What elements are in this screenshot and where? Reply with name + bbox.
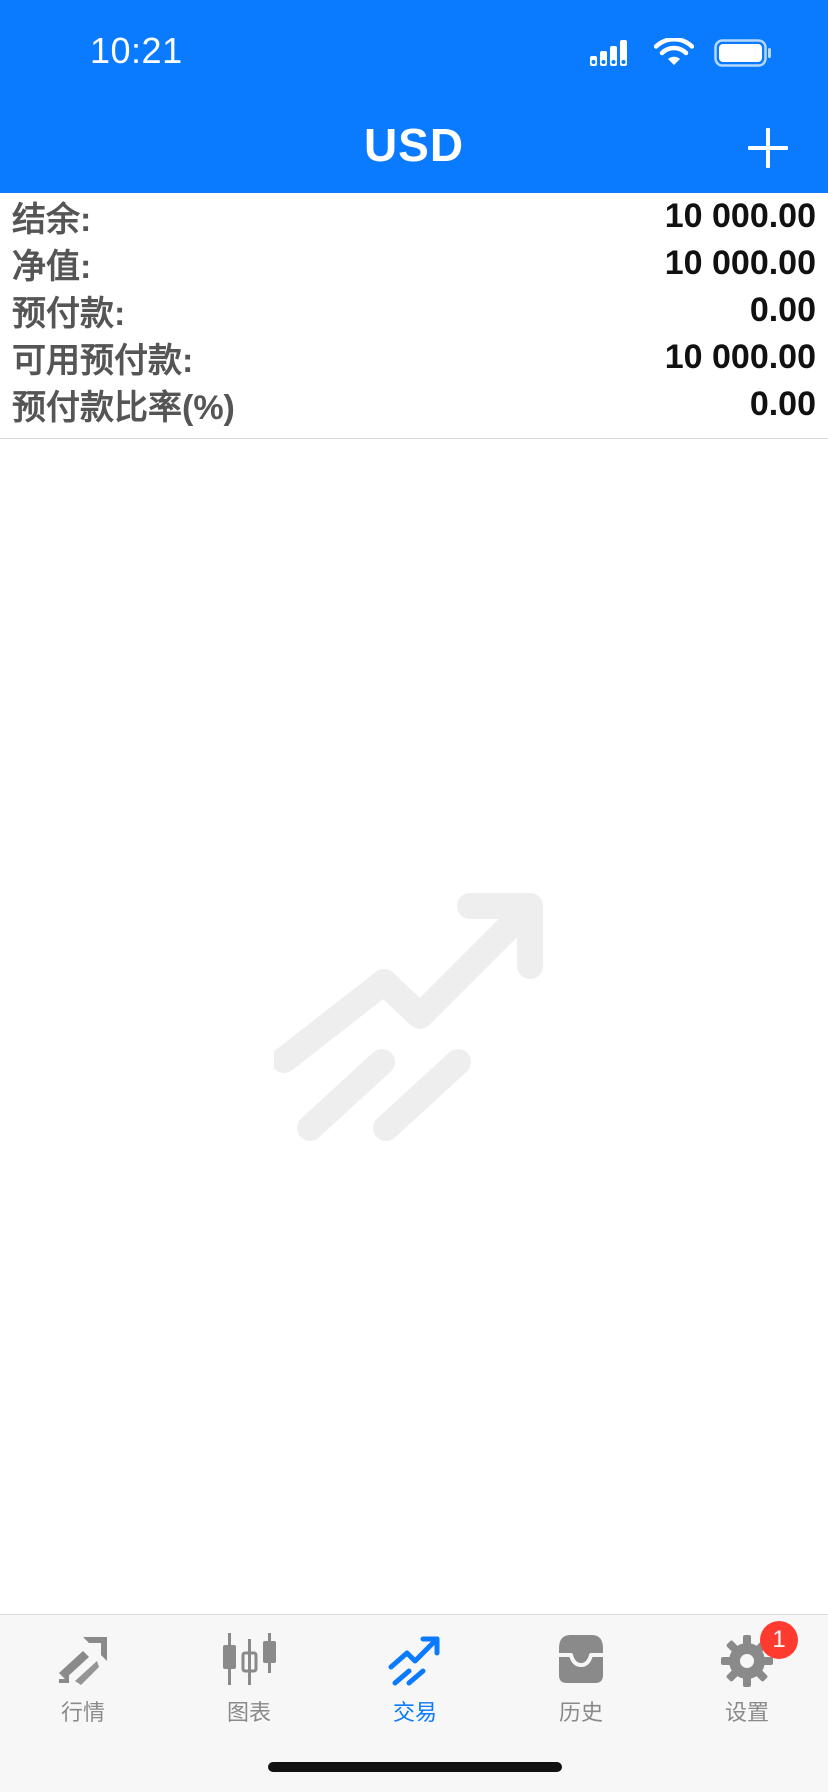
trade-icon [388, 1636, 440, 1686]
tab-trade[interactable]: 交易 [332, 1629, 498, 1727]
history-inbox-icon [559, 1635, 603, 1683]
margin-value: 0.00 [749, 291, 816, 329]
balance-value: 10 000.00 [664, 197, 816, 235]
battery-icon [714, 39, 771, 67]
equity-value: 10 000.00 [664, 244, 816, 282]
tab-quotes[interactable]: 行情 [0, 1629, 166, 1727]
equity-label: 净值: [12, 248, 92, 286]
tab-quotes-label: 行情 [60, 1701, 105, 1726]
tab-history[interactable]: 历史 [498, 1629, 664, 1727]
margin-level-label: 预付款比率(%) [12, 389, 235, 427]
summary-row-equity: 净值: 10 000.00 [0, 240, 828, 287]
quotes-icon [59, 1637, 107, 1685]
margin-level-value: 0.00 [749, 385, 816, 423]
header-bar: 10:21 USD [0, 0, 828, 193]
home-indicator[interactable] [268, 1762, 562, 1772]
tab-history-label: 历史 [558, 1701, 603, 1726]
chart-candles-icon [223, 1633, 276, 1685]
summary-row-margin-level: 预付款比率(%) 0.00 [0, 381, 828, 428]
account-summary: 结余: 10 000.00 净值: 10 000.00 预付款: 0.00 可用… [0, 193, 828, 439]
trade-screen: 10:21 USD 结余: 10 000.00 净值: 10 000.00 预付… [0, 0, 828, 1792]
free-margin-value: 10 000.00 [664, 338, 816, 376]
tab-settings[interactable]: 1 设置 [664, 1621, 828, 1727]
wifi-icon [654, 38, 694, 65]
balance-label: 结余: [12, 201, 92, 239]
margin-label: 预付款: [12, 295, 126, 333]
summary-row-margin: 预付款: 0.00 [0, 287, 828, 334]
add-button[interactable] [746, 126, 790, 170]
cellular-signal-icon [590, 40, 627, 66]
tab-charts[interactable]: 图表 [166, 1629, 332, 1727]
tab-trade-label: 交易 [392, 1701, 437, 1726]
status-icons [590, 38, 772, 68]
page-title: USD [363, 119, 465, 171]
summary-row-balance: 结余: 10 000.00 [0, 193, 828, 240]
empty-trade-icon [274, 893, 543, 1141]
tab-settings-label: 设置 [724, 1701, 769, 1726]
tab-charts-label: 图表 [226, 1701, 271, 1726]
summary-row-free-margin: 可用预付款: 10 000.00 [0, 334, 828, 381]
notification-badge: 1 [760, 1621, 798, 1659]
status-time: 10:21 [90, 30, 183, 71]
free-margin-label: 可用预付款: [12, 342, 194, 380]
